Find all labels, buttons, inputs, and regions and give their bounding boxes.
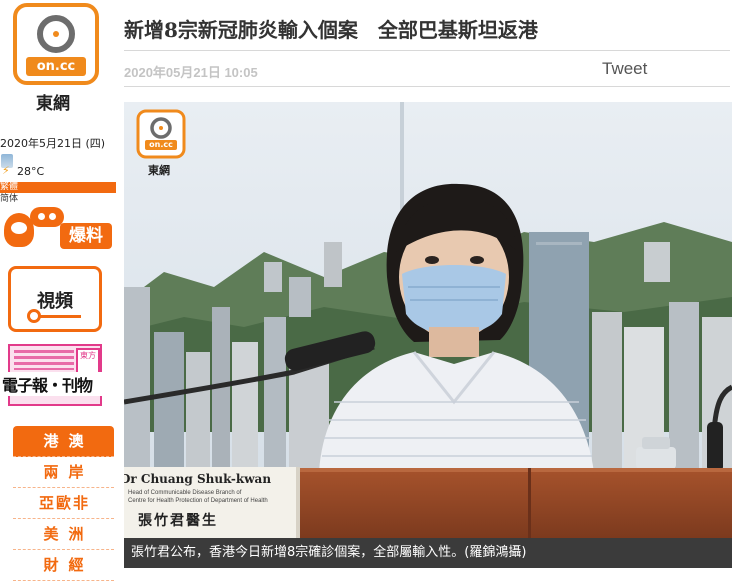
region-item-asia-europe-africa[interactable]: 亞歐非	[13, 488, 114, 519]
divider	[124, 86, 730, 87]
baoliao-label: 爆料	[60, 223, 112, 249]
region-item-finance[interactable]: 財經	[13, 550, 114, 581]
weather-widget[interactable]: ⚡ 28°C	[0, 152, 116, 182]
temperature: 28°C	[17, 165, 45, 178]
article-headline: 新增8宗新冠肺炎輸入個案 全部巴基斯坦返港	[124, 18, 538, 42]
site-logo[interactable]: on.cc	[13, 3, 99, 85]
speech-bubble-icon	[30, 207, 64, 227]
video-label: 視頻	[37, 291, 73, 312]
lang-traditional-link[interactable]: 繁體	[0, 182, 18, 193]
page: on.cc 東網 2020年5月21日 (四) ⚡ 28°C 繁體 简体 爆料 …	[0, 0, 739, 581]
publish-time: 2020年05月21日 10:05	[124, 65, 258, 80]
tweet-button[interactable]: Tweet	[602, 59, 647, 79]
divider	[124, 50, 730, 51]
video-button[interactable]: 視頻	[8, 266, 102, 332]
baoliao-button[interactable]: 爆料	[2, 205, 114, 253]
region-item-hk-macau[interactable]: 港澳	[13, 426, 114, 457]
region-item-americas[interactable]: 美洲	[13, 519, 114, 550]
left-sidebar: on.cc 東網 2020年5月21日 (四) ⚡ 28°C 繁體 简体 爆料 …	[0, 0, 118, 581]
watermark-logo-text: on.cc	[149, 140, 173, 149]
thunder-icon: ⚡	[2, 164, 10, 177]
lang-simplified-link[interactable]: 简体	[0, 194, 18, 205]
region-item-cross-strait[interactable]: 兩岸	[13, 457, 114, 488]
brand-name[interactable]: 東網	[36, 89, 70, 114]
nameplate-english: Dr Chuang Shuk-kwan	[124, 472, 272, 486]
play-knob-icon	[27, 309, 41, 323]
watermark-brand-name: 東網	[148, 164, 170, 177]
epaper-label: 電子報‧刊物	[2, 372, 118, 396]
nameplate-title-line1: Head of Communicable Disease Branch of	[128, 490, 242, 496]
newspaper-icon	[14, 350, 74, 370]
current-date: 2020年5月21日 (四)	[0, 137, 106, 150]
region-nav: 港澳 兩岸 亞歐非 美洲 財經	[13, 426, 114, 581]
article-photo[interactable]: on.cc 東網 Dr Chuang Shuk-kwan Head of Com…	[124, 102, 732, 538]
epaper-button[interactable]: 東方 電子報‧刊物	[2, 344, 118, 406]
logo-wordmark: on.cc	[26, 57, 86, 76]
logo-ring-icon	[37, 15, 75, 53]
photo-caption: 張竹君公布，香港今日新增8宗確診個案，全部屬輸入性。(羅錦鴻攝)	[124, 538, 732, 568]
epaper-badge: 東方	[76, 348, 100, 374]
nameplate-chinese: 張竹君醫生	[138, 513, 218, 529]
nameplate-title-line2: Centre for Health Protection of Departme…	[128, 498, 268, 504]
